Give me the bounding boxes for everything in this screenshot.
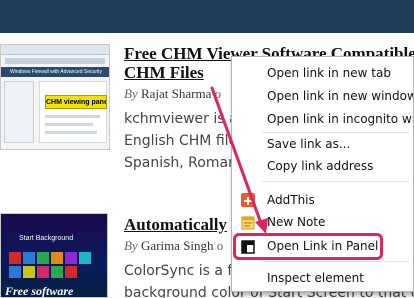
thumb-banner: Windows Firewall with Advanced Security bbox=[1, 67, 109, 77]
note-icon bbox=[241, 215, 255, 230]
post-byline: By Garima Singh o bbox=[124, 238, 234, 254]
site-header-bar bbox=[0, 0, 414, 33]
author-name[interactable]: Garima Singh bbox=[141, 238, 214, 253]
menu-item-label: New Note bbox=[267, 215, 326, 229]
thumb-toolbar bbox=[1, 45, 109, 55]
menu-item-open-new-window[interactable]: Open link in new window bbox=[232, 85, 413, 107]
menu-item-open-new-tab[interactable]: Open link in new tab bbox=[232, 62, 413, 84]
thumb-callout: CHM viewing panel bbox=[45, 95, 107, 109]
post-title-link-line2[interactable]: CHM Files bbox=[124, 63, 234, 82]
post-title-link[interactable]: Automatically bbox=[124, 215, 234, 234]
thumb-tile bbox=[9, 266, 21, 278]
menu-item-copy-link-address[interactable]: Copy link address bbox=[232, 155, 413, 177]
post-byline: By Rajat Sharma o bbox=[124, 86, 234, 102]
thumb-tile bbox=[65, 266, 77, 278]
thumb-tile bbox=[65, 252, 77, 264]
post-excerpt-line: Spanish, Romani bbox=[124, 155, 234, 171]
thumb-tile bbox=[37, 252, 49, 264]
thumb-line bbox=[45, 115, 100, 118]
thumb-line bbox=[45, 131, 97, 134]
menu-separator bbox=[262, 261, 409, 262]
byline-tail: o bbox=[214, 86, 222, 101]
post-excerpt-line: kchmviewer is a bbox=[124, 111, 234, 127]
thumb-tile bbox=[9, 252, 21, 264]
menu-item-open-incognito[interactable]: Open link in incognito wind bbox=[232, 108, 413, 130]
thumb-line bbox=[45, 123, 93, 126]
post-excerpt-line: English CHM file bbox=[124, 133, 234, 149]
byline-prefix: By bbox=[124, 238, 138, 253]
byline-tail: o bbox=[216, 238, 224, 253]
thumb-tile bbox=[51, 266, 63, 278]
menu-item-addthis[interactable]: AddThis bbox=[232, 189, 413, 211]
post-excerpt-line: ColorSync is a f bbox=[124, 263, 233, 279]
post-thumbnail-colorsync[interactable]: Start Background Free software bbox=[0, 213, 108, 298]
thumb-tree-pane bbox=[4, 81, 34, 143]
thumb-tile bbox=[23, 266, 35, 278]
menu-item-new-note[interactable]: New Note bbox=[232, 211, 413, 233]
post-thumbnail-chm-viewer[interactable]: Windows Firewall with Advanced Security … bbox=[0, 44, 110, 150]
menu-item-save-link[interactable]: Save link as... bbox=[232, 133, 413, 155]
thumb-tile bbox=[37, 266, 49, 278]
highlight-box bbox=[233, 233, 383, 260]
author-name[interactable]: Rajat Sharma bbox=[141, 86, 211, 101]
thumb-tile bbox=[79, 252, 91, 264]
thumb-start-label: Start Background bbox=[19, 235, 74, 242]
addthis-icon bbox=[241, 193, 255, 207]
menu-item-label: AddThis bbox=[267, 193, 315, 207]
thumb-watermark: Free software bbox=[5, 284, 74, 298]
menu-item-inspect-element[interactable]: Inspect element bbox=[232, 267, 413, 289]
menu-separator bbox=[262, 181, 409, 182]
thumb-tile bbox=[51, 252, 63, 264]
thumb-tile bbox=[23, 252, 35, 264]
thumb-toolbar-icons bbox=[5, 58, 105, 64]
byline-prefix: By bbox=[124, 86, 138, 101]
